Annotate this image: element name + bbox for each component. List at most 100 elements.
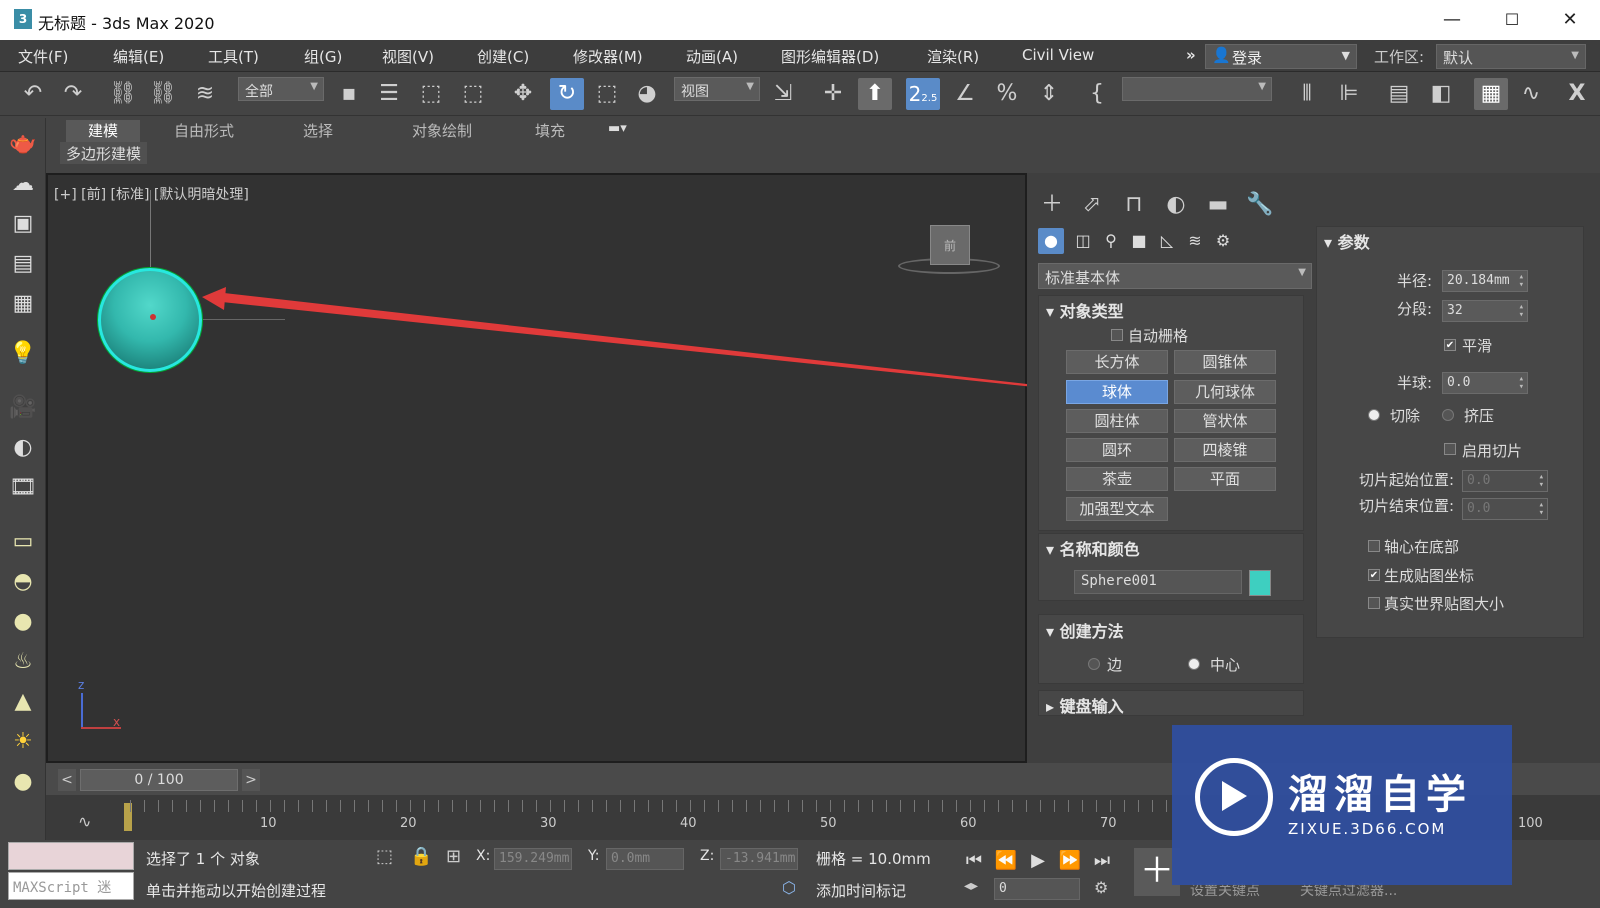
sphere-object[interactable] [98,268,202,372]
creation-method-title[interactable]: ▾ 创建方法 [1046,618,1124,642]
keyboard-entry-title[interactable]: ▸ 键盘输入 [1046,693,1124,717]
cylinder-button[interactable]: 圆柱体 [1066,409,1168,433]
go-to-end-icon[interactable]: ⏭ [1088,848,1116,874]
camera-icon[interactable]: 🎥 [6,392,40,424]
table-icon[interactable]: ▦ [6,288,40,320]
workspace-select[interactable]: 默认 ▼ [1436,44,1586,69]
menu-rendering[interactable]: 渲染(R) [927,46,979,67]
sphere-button[interactable]: 球体 [1066,380,1168,404]
polygon-modeling-tab[interactable]: 多边形建模 [60,142,148,164]
box-button[interactable]: 长方体 [1066,350,1168,374]
select-manipulate-icon[interactable]: ✛ [816,78,850,110]
minimize-button[interactable]: — [1422,0,1482,40]
hierarchy-tab-icon[interactable]: ⊓ [1116,188,1152,222]
cameras-icon[interactable]: ■ [1126,228,1152,254]
edge-radio[interactable] [1088,658,1100,670]
geometry-icon[interactable]: ● [1038,228,1064,254]
motion-tab-icon[interactable]: ◐ [1158,188,1194,222]
teapot-icon[interactable]: 🫖 [6,128,40,160]
tab-freeform[interactable]: 自由形式 [160,120,248,142]
menu-group[interactable]: 组(G) [304,46,342,67]
maximize-button[interactable]: ☐ [1482,0,1542,40]
maxscript-input[interactable]: MAXScript 迷 [8,872,134,900]
plane-button[interactable]: 平面 [1174,467,1276,491]
link-icon[interactable]: ⛓ [106,78,140,110]
hemisphere-icon[interactable]: ◓ [6,566,40,598]
display-tab-icon[interactable]: ▬ [1200,188,1236,222]
curve-editor-icon[interactable]: ∿ [1514,78,1548,110]
torus-button[interactable]: 圆环 [1066,438,1168,462]
angle-snap-icon[interactable]: ∠ [948,78,982,110]
close-button[interactable]: ✕ [1540,0,1600,40]
category-dropdown[interactable]: 标准基本体 ▼ [1038,263,1312,289]
time-slider[interactable]: 0 / 100 [80,769,238,791]
slice-from-spinner[interactable]: 0.0 ▴ ▾ [1462,470,1548,492]
login-dropdown[interactable]: 👤 登录 ▼ [1205,44,1357,69]
window-crossing-icon[interactable]: ⬚ [456,78,490,110]
percent-snap-icon[interactable]: % [990,78,1024,110]
named-selection-icon[interactable]: { [1080,78,1114,110]
spinner-snap-icon[interactable]: ⇕ [1032,78,1066,110]
menu-tools[interactable]: 工具(T) [208,46,259,67]
utilities-tab-icon[interactable]: 🔧 [1242,188,1278,222]
menu-graph-editors[interactable]: 图形编辑器(D) [781,46,879,67]
time-prev-button[interactable]: < [58,769,76,791]
base-to-pivot-checkbox[interactable] [1368,540,1380,552]
chop-radio[interactable] [1368,409,1380,421]
named-selection-dropdown[interactable]: ▼ [1122,77,1272,101]
align-icon[interactable]: ⊫ [1332,78,1366,110]
tab-modeling[interactable]: 建模 [66,120,140,142]
text-plus-button[interactable]: 加强型文本 [1066,497,1168,521]
film-icon[interactable]: 🎞 [6,472,40,504]
mirror-icon[interactable]: ⫴ [1290,78,1324,110]
cone-icon[interactable]: ▲ [6,686,40,718]
systems-icon[interactable]: ⚙ [1210,228,1236,254]
next-frame-icon[interactable]: ⏩ [1056,848,1084,874]
absolute-mode-icon[interactable]: ⊞ [446,846,461,867]
prev-frame-icon[interactable]: ⏪ [992,848,1020,874]
tube-button[interactable]: 管状体 [1174,409,1276,433]
auto-grid-checkbox[interactable] [1111,329,1123,341]
sphere-icon[interactable]: ● [6,606,40,638]
menu-file[interactable]: 文件(F) [18,46,68,67]
teapot-icon[interactable]: ♨ [6,646,40,678]
key-mode-icon[interactable]: ◂▸ [964,878,978,894]
time-tag-icon[interactable]: ⬡ [782,878,796,897]
redo-icon[interactable]: ↷ [56,78,90,110]
parameters-title[interactable]: ▾ 参数 [1324,229,1370,253]
snap-toggle-icon[interactable]: 22.5 [906,78,940,110]
viewport-label[interactable]: [+] [前] [标准] [默认明暗处理] [54,184,249,204]
ribbon-options-icon[interactable]: ▬▾ [608,121,627,136]
object-color-swatch[interactable] [1249,570,1271,596]
add-time-tag[interactable]: 添加时间标记 [816,880,906,901]
viewport-front[interactable] [46,173,1027,763]
menu-overflow[interactable]: » [1186,46,1196,64]
tab-selection[interactable]: 选择 [282,120,354,142]
menu-animation[interactable]: 动画(A) [686,46,738,67]
tab-object-paint[interactable]: 对象绘制 [392,120,492,142]
rect-selection-icon[interactable]: ⬚ [414,78,448,110]
object-name-field[interactable]: Sphere001 [1074,570,1242,594]
menu-create[interactable]: 创建(C) [477,46,529,67]
modify-tab-icon[interactable]: ⬀ [1074,188,1110,222]
viewcube[interactable]: 前 [930,225,970,265]
helper-icon[interactable]: ◐ [6,432,40,464]
tab-populate[interactable]: 填充 [514,120,586,142]
ball-icon[interactable]: ● [6,766,40,798]
space-warps-icon[interactable]: ≋ [1182,228,1208,254]
ref-coord-dropdown[interactable]: 视图 ▼ [674,77,760,101]
y-coordinate[interactable]: 0.0mm [606,848,684,870]
menu-modifiers[interactable]: 修改器(M) [573,46,643,67]
current-frame-field[interactable]: 0 [994,878,1080,900]
placement-icon[interactable]: ◕ [630,78,664,110]
cloud-icon[interactable]: ☁ [6,168,40,200]
scene-explorer-icon[interactable]: ▤ [1382,78,1416,110]
hemisphere-spinner[interactable]: 0.0 ▴ ▾ [1442,372,1528,394]
menu-edit[interactable]: 编辑(E) [113,46,164,67]
z-coordinate[interactable]: -13.941mm [720,848,798,870]
ribbon-toggle-icon[interactable]: ▦ [1474,78,1508,110]
slice-to-spinner[interactable]: 0.0 ▴ ▾ [1462,498,1548,520]
time-next-button[interactable]: > [242,769,260,791]
menu-views[interactable]: 视图(V) [382,46,434,67]
shapes-icon[interactable]: ◫ [1070,228,1096,254]
